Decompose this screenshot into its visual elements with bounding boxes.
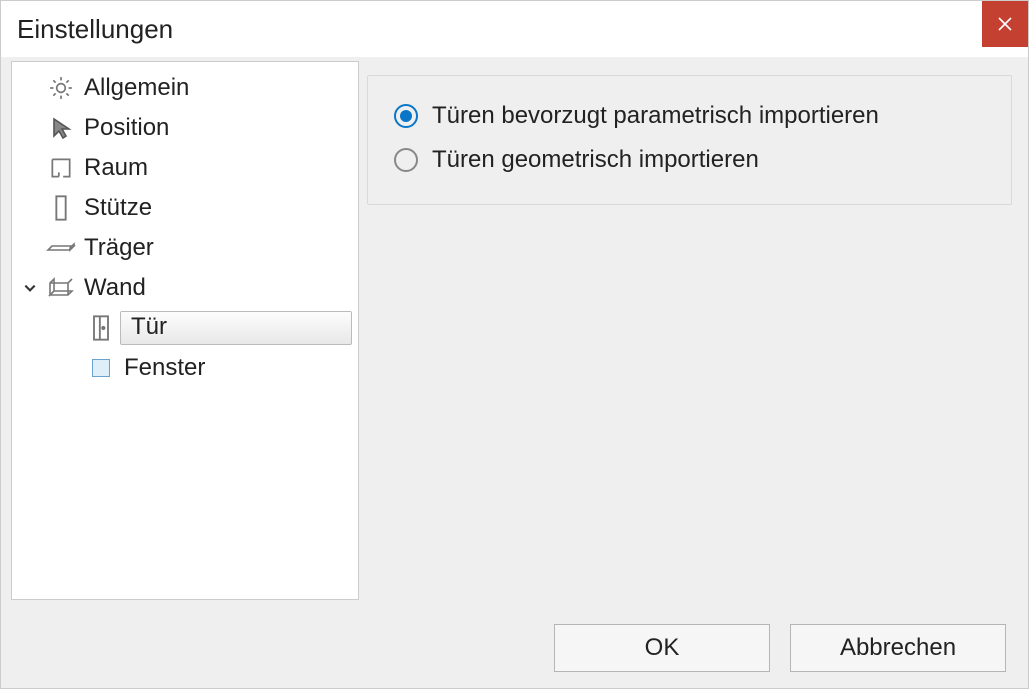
import-options-group: Türen bevorzugt parametrisch importieren… <box>367 75 1012 205</box>
dialog-title: Einstellungen <box>17 14 173 45</box>
tree-item-position[interactable]: Position <box>12 108 358 148</box>
tree-label: Wand <box>80 274 146 302</box>
radio-label: Türen geometrisch importieren <box>432 146 759 174</box>
tree-item-tuer[interactable]: Tür <box>12 308 358 348</box>
room-icon <box>44 153 78 183</box>
tree-label: Tür <box>127 313 167 340</box>
gear-icon <box>44 73 78 103</box>
ok-button[interactable]: OK <box>554 624 770 672</box>
radio-label: Türen bevorzugt parametrisch importieren <box>432 102 879 130</box>
settings-dialog: Einstellungen Allgemein Position <box>0 0 1029 689</box>
cursor-icon <box>44 113 78 143</box>
tree-label: Position <box>80 114 169 142</box>
wall-icon <box>44 273 78 303</box>
close-icon <box>997 16 1013 32</box>
radio-geometric[interactable]: Türen geometrisch importieren <box>394 138 989 182</box>
radio-icon <box>394 148 418 172</box>
chevron-down-icon[interactable] <box>18 281 42 295</box>
dialog-body: Allgemein Position Raum <box>1 57 1028 608</box>
door-icon <box>84 313 118 343</box>
category-tree[interactable]: Allgemein Position Raum <box>11 61 359 600</box>
content-panel: Türen bevorzugt parametrisch importieren… <box>367 57 1028 608</box>
tree-item-traeger[interactable]: Träger <box>12 228 358 268</box>
column-icon <box>44 193 78 223</box>
window-icon <box>84 353 118 383</box>
tree-item-fenster[interactable]: Fenster <box>12 348 358 388</box>
titlebar: Einstellungen <box>1 1 1028 57</box>
tree-label: Stütze <box>80 194 152 222</box>
tree-item-wand[interactable]: Wand <box>12 268 358 308</box>
tree-item-stuetze[interactable]: Stütze <box>12 188 358 228</box>
tree-label: Träger <box>80 234 154 262</box>
tree-item-allgemein[interactable]: Allgemein <box>12 68 358 108</box>
beam-icon <box>44 233 78 263</box>
tree-label: Raum <box>80 154 148 182</box>
cancel-button[interactable]: Abbrechen <box>790 624 1006 672</box>
radio-icon <box>394 104 418 128</box>
dialog-footer: OK Abbrechen <box>1 608 1028 688</box>
radio-parametric[interactable]: Türen bevorzugt parametrisch importieren <box>394 94 989 138</box>
tree-label: Allgemein <box>80 74 189 102</box>
tree-item-raum[interactable]: Raum <box>12 148 358 188</box>
tree-label: Fenster <box>120 354 205 382</box>
close-button[interactable] <box>982 1 1028 47</box>
